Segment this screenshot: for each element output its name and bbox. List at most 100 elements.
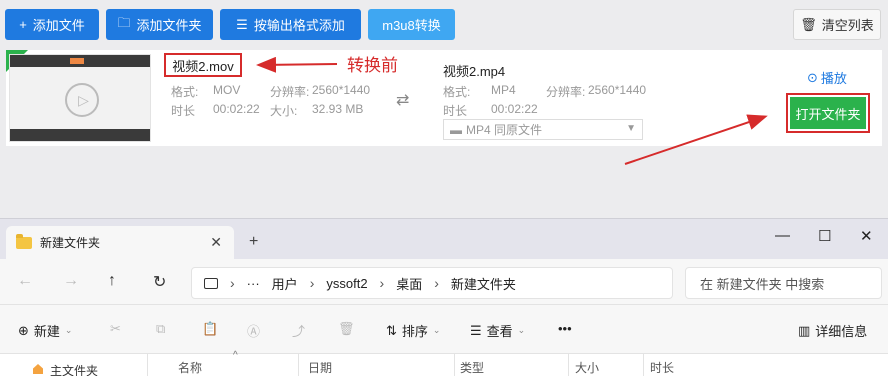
chevron-down-icon: ⌄ — [517, 325, 526, 335]
source-resolution: 2560*1440 — [312, 83, 371, 97]
source-format-label: 格式: — [171, 85, 199, 99]
minimize-icon[interactable]: — — [775, 227, 790, 244]
refresh-icon[interactable]: ↻ — [153, 272, 166, 292]
new-tab-icon[interactable]: + — [249, 233, 258, 251]
column-duration[interactable]: 时长 — [650, 359, 674, 376]
search-input[interactable]: 在 新建文件夹 中搜索 — [685, 267, 882, 299]
add-file-button[interactable]: + 添加文件 — [5, 9, 99, 40]
output-filename[interactable]: 视频2.mp4 — [443, 61, 505, 80]
column-size[interactable]: 大小 — [575, 359, 599, 376]
m3u8-convert-button[interactable]: m3u8转换 — [368, 9, 455, 40]
cut-icon[interactable]: ✂ — [110, 321, 121, 337]
breadcrumb-current[interactable]: 新建文件夹 — [451, 274, 516, 293]
breadcrumb[interactable]: › ··· 用户 › yssoft2 › 桌面 › 新建文件夹 — [191, 267, 673, 299]
breadcrumb-desktop[interactable]: 桌面 — [396, 274, 422, 293]
explorer-titlebar: 新建文件夹 ✕ + — ☐ ✕ — [0, 219, 888, 259]
breadcrumb-users[interactable]: 用户 — [272, 274, 298, 293]
back-arrow-icon[interactable]: ← — [17, 272, 33, 290]
column-date[interactable]: 日期 — [308, 359, 332, 376]
play-button[interactable]: ⊙ 播放 — [807, 68, 847, 87]
column-divider — [568, 354, 569, 376]
new-plus-icon: ⊕ — [18, 322, 29, 338]
source-size: 32.93 MB — [312, 102, 364, 116]
view-button[interactable]: ☰ 查看 ⌄ — [470, 321, 525, 340]
new-button[interactable]: ⊕ 新建 ⌄ — [18, 321, 72, 340]
monitor-icon — [204, 277, 218, 289]
paste-icon[interactable]: 📋 — [202, 321, 218, 337]
up-arrow-icon[interactable]: ↑ — [108, 272, 116, 290]
sort-icon: ⇅ — [386, 322, 397, 338]
column-divider — [298, 354, 299, 376]
play-circle-icon: ▷ — [65, 83, 99, 117]
clear-list-label: 清空列表 — [821, 18, 874, 33]
thumbnail-topbar — [10, 55, 150, 67]
sort-caret-icon: ^ — [233, 350, 238, 361]
view-label: 查看 — [486, 324, 513, 339]
convert-arrows-icon: ⇄ — [396, 92, 410, 109]
details-pane-icon: ▥ — [798, 322, 811, 338]
column-divider — [643, 354, 644, 376]
add-by-format-button[interactable]: ☰ 按输出格式添加 — [220, 9, 361, 40]
clear-list-button[interactable]: 🗑 清空列表 — [793, 9, 881, 40]
output-format-select[interactable]: ▬ MP4 同原文件 ▼ — [443, 119, 643, 140]
source-resolution-label: 分辨率: — [270, 85, 310, 99]
sort-button[interactable]: ⇅ 排序 ⌄ — [386, 321, 440, 340]
chevron-down-icon: ⌄ — [64, 325, 73, 335]
output-format: MP4 — [491, 83, 516, 97]
chevron-down-icon: ▼ — [626, 123, 636, 134]
output-resolution-label: 分辨率: — [546, 85, 586, 99]
open-folder-button[interactable]: 打开文件夹 — [790, 97, 866, 129]
video-thumbnail[interactable]: ▷ — [9, 54, 151, 142]
chevron-right-icon: › — [434, 275, 439, 291]
output-resolution: 2560*1440 — [588, 83, 647, 97]
before-annotation: 转换前 — [347, 56, 398, 75]
play-circle-small-icon: ⊙ — [807, 69, 818, 85]
chevron-down-icon: ⌄ — [432, 325, 441, 335]
output-preset: MP4 同原文件 — [466, 123, 543, 137]
source-filename: 视频2.mov — [164, 53, 242, 77]
thumbnail-bottombar — [10, 129, 150, 141]
more-options-icon[interactable]: ••• — [558, 321, 572, 336]
address-bar: ← → ↑ ↻ › ··· 用户 › yssoft2 › 桌面 › 新建文件夹 … — [0, 259, 888, 305]
column-type[interactable]: 类型 — [460, 359, 484, 376]
file-list-header: 主文件夹 ^ 名称 日期 类型 大小 时长 — [0, 350, 888, 376]
nav-home[interactable]: 主文件夹 — [50, 362, 98, 376]
file-explorer-window: 新建文件夹 ✕ + — ☐ ✕ ← → ↑ ↻ › ··· 用户 › yssof… — [0, 218, 888, 376]
output-duration-label: 时长 — [443, 104, 468, 118]
close-window-icon[interactable]: ✕ — [860, 227, 873, 245]
add-by-format-label: 按输出格式添加 — [253, 18, 345, 33]
column-divider — [454, 354, 455, 376]
more-icon[interactable]: ··· — [247, 276, 260, 291]
tab-new-folder[interactable]: 新建文件夹 ✕ — [6, 226, 234, 259]
output-format-label: 格式: — [443, 85, 471, 99]
source-duration-label: 时长 — [171, 104, 196, 118]
forward-arrow-icon[interactable]: → — [63, 272, 79, 290]
output-duration: 00:02:22 — [491, 102, 538, 116]
details-label: 详细信息 — [815, 324, 868, 339]
m3u8-label: m3u8转换 — [382, 18, 441, 33]
delete-icon[interactable]: 🗑 — [338, 321, 355, 337]
chevron-right-icon: › — [309, 275, 315, 291]
source-format: MOV — [213, 83, 241, 97]
list-icon: ☰ — [236, 16, 248, 32]
rename-icon[interactable]: Ⓐ — [247, 321, 260, 340]
converter-app: + 添加文件 🗀 添加文件夹 ☰ 按输出格式添加 m3u8转换 🗑 清空列表 ✓… — [0, 0, 888, 218]
trash-icon: 🗑 — [800, 16, 817, 32]
folder-icon: 🗀 — [117, 14, 131, 30]
copy-icon[interactable]: ⧉ — [156, 321, 165, 337]
close-tab-icon[interactable]: ✕ — [210, 234, 222, 251]
breadcrumb-user[interactable]: yssoft2 — [326, 276, 367, 291]
command-bar: ⊕ 新建 ⌄ ✂ ⧉ 📋 Ⓐ ⤴ 🗑 ⇅ 排序 ⌄ ☰ 查看 ⌄ ••• ▥ 详… — [0, 305, 888, 354]
plus-icon: + — [19, 17, 27, 32]
navigation-pane: 主文件夹 — [0, 354, 148, 376]
add-folder-label: 添加文件夹 — [136, 18, 202, 33]
chevron-right-icon: › — [230, 275, 235, 291]
details-button[interactable]: ▥ 详细信息 — [798, 321, 867, 340]
view-icon: ☰ — [470, 322, 482, 338]
folder-icon — [16, 233, 32, 249]
column-name[interactable]: 名称 — [178, 359, 202, 376]
share-icon[interactable]: ⤴ — [292, 321, 305, 340]
maximize-icon[interactable]: ☐ — [818, 227, 831, 245]
source-duration: 00:02:22 — [213, 102, 260, 116]
add-folder-button[interactable]: 🗀 添加文件夹 — [106, 9, 213, 40]
